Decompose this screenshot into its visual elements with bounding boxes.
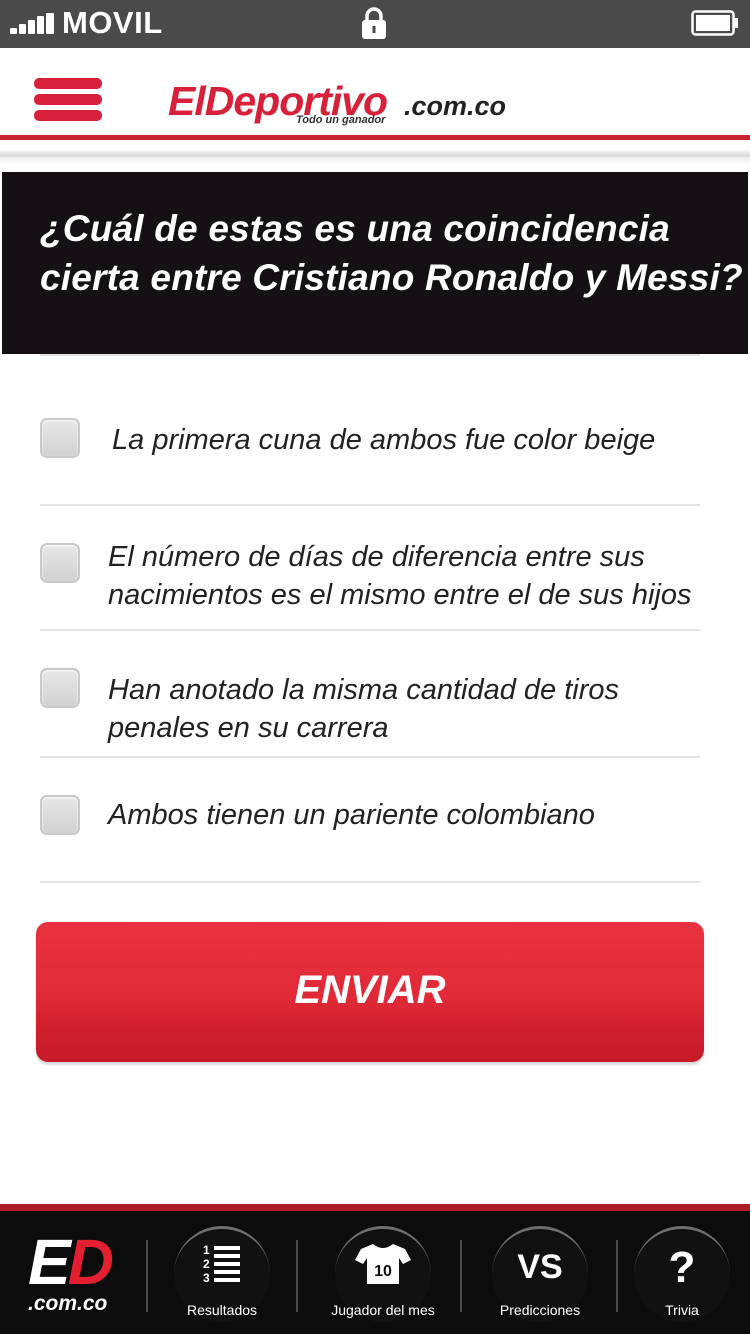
- site-logo[interactable]: ElDeportivo .com.co Todo un ganador: [168, 78, 528, 130]
- ed-logo-d: D: [67, 1226, 114, 1298]
- app-header: ElDeportivo .com.co Todo un ganador: [0, 48, 750, 140]
- ed-logo-letters: ED: [28, 1230, 114, 1294]
- svg-text:2: 2: [203, 1257, 210, 1271]
- question-panel: ¿Cuál de estas es una coincidencia ciert…: [2, 172, 748, 354]
- nav-separator: [296, 1240, 298, 1312]
- hamburger-menu-icon[interactable]: [34, 78, 102, 122]
- answer-option-4[interactable]: Ambos tienen un pariente colombiano: [40, 758, 700, 880]
- answer-checkbox[interactable]: [40, 668, 80, 708]
- option-divider: [40, 354, 700, 356]
- answer-checkbox[interactable]: [40, 795, 80, 835]
- option-divider: [40, 881, 700, 883]
- answer-checkbox[interactable]: [40, 543, 80, 583]
- logo-domain-text: .com.co: [404, 91, 507, 121]
- ed-logo-domain: .com.co: [28, 1292, 108, 1315]
- svg-text:3: 3: [203, 1271, 210, 1285]
- nav-separator: [460, 1240, 462, 1312]
- status-bar: MOVIL: [0, 0, 750, 48]
- versus-text: VS: [517, 1248, 562, 1286]
- answer-option-1[interactable]: La primera cuna de ambos fue color beige: [40, 394, 700, 504]
- battery-icon: [691, 10, 738, 36]
- nav-item-jugador-del-mes[interactable]: 10 Jugador del mes: [318, 1220, 448, 1328]
- header-divider: [0, 135, 750, 140]
- nav-item-label: Trivia: [665, 1302, 699, 1318]
- answer-option-label: La primera cuna de ambos fue color beige: [112, 424, 656, 456]
- nav-separator: [146, 1240, 148, 1312]
- bottom-nav: ED .com.co 1 2 3 Resultados 10 Jugador d…: [0, 1204, 750, 1334]
- nav-item-trivia[interactable]: ? Trivia: [632, 1220, 732, 1328]
- nav-item-label: Predicciones: [499, 1302, 581, 1318]
- answer-option-3[interactable]: Han anotado la misma cantidad de tiros p…: [40, 631, 700, 755]
- question-mark-glyph: ?: [669, 1243, 696, 1286]
- answer-option-label: Han anotado la misma cantidad de tiros p…: [108, 674, 620, 744]
- ed-logo-e: E: [28, 1226, 71, 1298]
- jersey-number: 10: [374, 1263, 392, 1280]
- ed-logo[interactable]: ED .com.co: [22, 1230, 138, 1322]
- nav-item-label: Jugador del mes: [331, 1302, 435, 1318]
- nav-item-predicciones[interactable]: VS Predicciones: [478, 1220, 602, 1328]
- numbered-list-icon: 1 2 3: [203, 1243, 240, 1285]
- answer-option-label: El número de días de diferencia entre su…: [108, 541, 692, 611]
- nav-top-divider: [0, 1204, 750, 1211]
- submit-button[interactable]: ENVIAR: [36, 922, 704, 1062]
- logo-tagline: Todo un ganador: [296, 114, 386, 126]
- answer-checkbox[interactable]: [40, 418, 80, 458]
- nav-item-label: Resultados: [186, 1302, 258, 1318]
- carrier-name: MOVIL: [62, 5, 163, 40]
- nav-separator: [616, 1240, 618, 1312]
- question-text: ¿Cuál de estas es una coincidencia ciert…: [40, 208, 743, 298]
- answer-option-2[interactable]: El número de días de diferencia entre su…: [40, 506, 700, 630]
- signal-bars-icon: [10, 13, 56, 34]
- lock-icon: [362, 7, 386, 39]
- question-mark-icon: ?: [669, 1243, 696, 1286]
- versus-icon: VS: [517, 1248, 562, 1286]
- jersey-icon: 10: [355, 1244, 411, 1284]
- svg-text:1: 1: [203, 1243, 210, 1257]
- answer-option-label: Ambos tienen un pariente colombiano: [108, 799, 595, 831]
- submit-button-label: ENVIAR: [294, 968, 446, 1012]
- header-shadow-divider: [0, 150, 750, 164]
- nav-item-resultados[interactable]: 1 2 3 Resultados: [162, 1220, 282, 1328]
